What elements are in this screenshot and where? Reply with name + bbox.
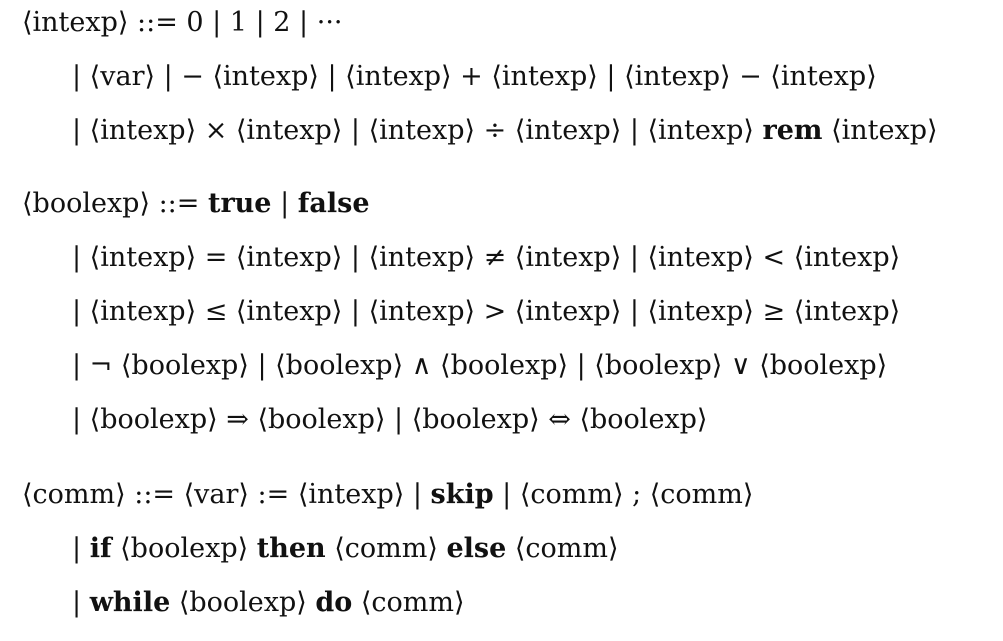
keyword-else: else [446,533,507,564]
boolexp-rule-line-4: | ¬ ⟨boolexp⟩ | ⟨boolexp⟩ ∧ ⟨boolexp⟩ | … [72,349,887,383]
intexp-rule-line-3: | ⟨intexp⟩ × ⟨intexp⟩ | ⟨intexp⟩ ÷ ⟨inte… [72,114,938,148]
intexp-rule-line-1: ⟨intexp⟩ ::= 0 | 1 | 2 | ··· [22,6,342,40]
keyword-skip: skip [430,479,494,510]
keyword-do: do [315,587,353,618]
intexp-def: ⟨intexp⟩ ::= 0 | 1 | 2 | ··· [22,7,343,38]
boolexp-rule-line-5: | ⟨boolexp⟩ ⇒ ⟨boolexp⟩ | ⟨boolexp⟩ ⇔ ⟨b… [72,403,707,437]
keyword-false: false [297,188,370,219]
intexp-alternatives-1: | ⟨var⟩ | − ⟨intexp⟩ | ⟨intexp⟩ + ⟨intex… [72,61,877,92]
keyword-true: true [207,188,272,219]
comm-def-tail: | ⟨comm⟩ ; ⟨comm⟩ [493,479,754,510]
comm-while-body: ⟨comm⟩ [352,587,465,618]
comm-bar-1: | [72,533,90,564]
keyword-if: if [89,533,112,564]
comm-rule-line-3: | while ⟨boolexp⟩ do ⟨comm⟩ [72,586,465,620]
boolexp-alternatives-3: | ¬ ⟨boolexp⟩ | ⟨boolexp⟩ ∧ ⟨boolexp⟩ | … [72,350,888,381]
grammar-figure: ⟨intexp⟩ ::= 0 | 1 | 2 | ··· | ⟨var⟩ | −… [0,0,1003,641]
comm-else-branch: ⟨comm⟩ [506,533,619,564]
intexp-rule-line-2: | ⟨var⟩ | − ⟨intexp⟩ | ⟨intexp⟩ + ⟨intex… [72,60,877,94]
boolexp-alternatives-2: | ⟨intexp⟩ ≤ ⟨intexp⟩ | ⟨intexp⟩ > ⟨inte… [72,296,901,327]
keyword-while: while [89,587,171,618]
boolexp-rule-line-2: | ⟨intexp⟩ = ⟨intexp⟩ | ⟨intexp⟩ ≠ ⟨inte… [72,241,900,275]
boolexp-rule-line-1: ⟨boolexp⟩ ::= true | false [22,187,370,221]
comm-def: ⟨comm⟩ ::= ⟨var⟩ := ⟨intexp⟩ | [22,479,431,510]
keyword-rem: rem [762,115,823,146]
boolexp-alternatives-1: | ⟨intexp⟩ = ⟨intexp⟩ | ⟨intexp⟩ ≠ ⟨inte… [72,242,901,273]
keyword-then: then [256,533,326,564]
comm-bar-2: | [72,587,90,618]
boolexp-alternatives-4: | ⟨boolexp⟩ ⇒ ⟨boolexp⟩ | ⟨boolexp⟩ ⇔ ⟨b… [72,404,708,435]
intexp-alternatives-2-tail: ⟨intexp⟩ [822,115,938,146]
comm-rule-line-1: ⟨comm⟩ ::= ⟨var⟩ := ⟨intexp⟩ | skip | ⟨c… [22,478,753,512]
comm-rule-line-2: | if ⟨boolexp⟩ then ⟨comm⟩ else ⟨comm⟩ [72,532,619,566]
boolexp-def: ⟨boolexp⟩ ::= [22,188,208,219]
boolexp-def-separator: | [271,188,298,219]
comm-if-cond: ⟨boolexp⟩ [111,533,257,564]
comm-while-cond: ⟨boolexp⟩ [170,587,316,618]
intexp-alternatives-2: | ⟨intexp⟩ × ⟨intexp⟩ | ⟨intexp⟩ ÷ ⟨inte… [72,115,763,146]
boolexp-rule-line-3: | ⟨intexp⟩ ≤ ⟨intexp⟩ | ⟨intexp⟩ > ⟨inte… [72,295,900,329]
comm-then-branch: ⟨comm⟩ [325,533,447,564]
